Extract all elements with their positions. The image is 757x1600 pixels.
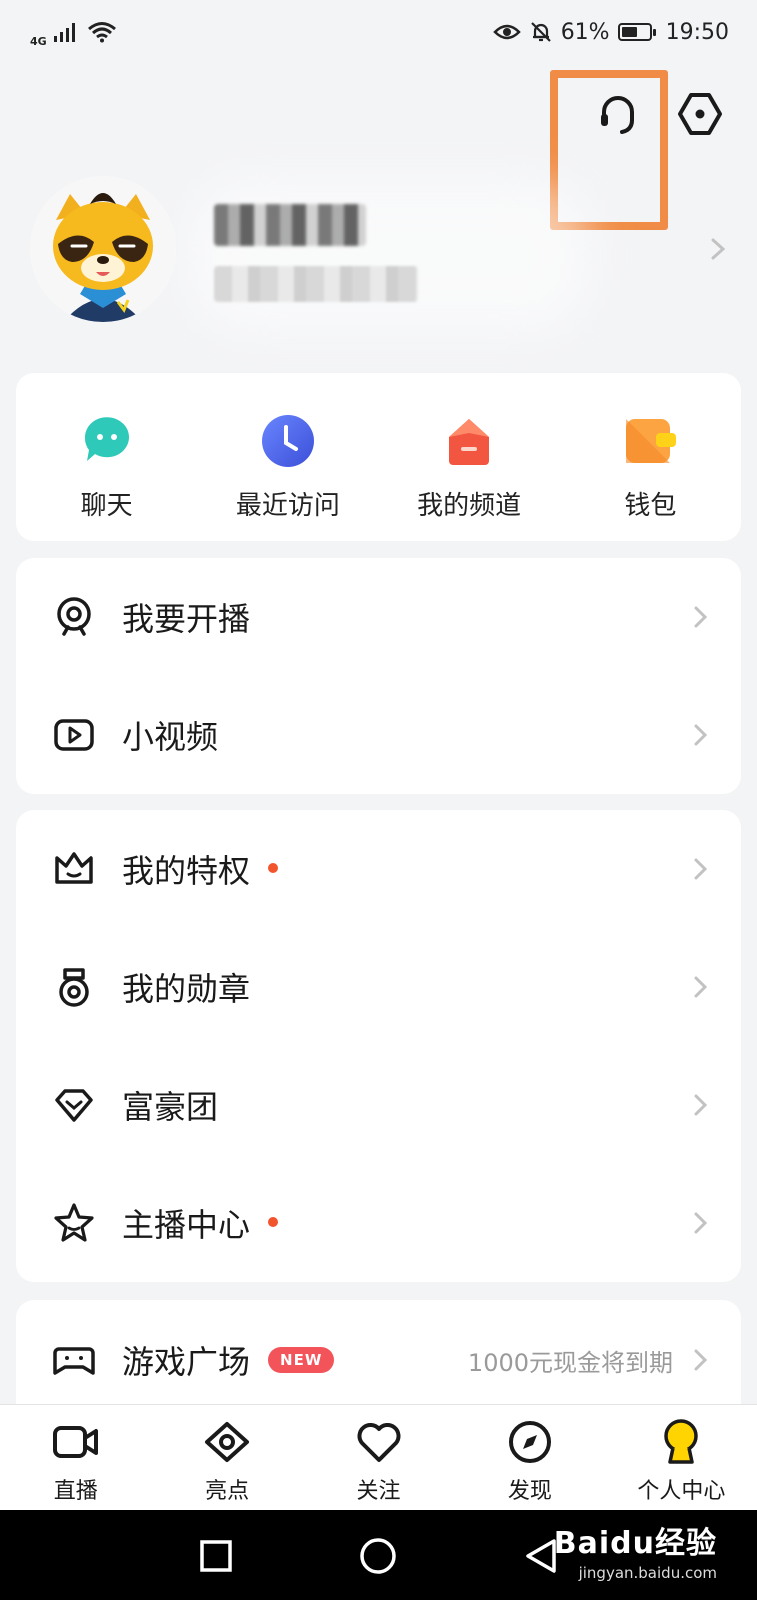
bottom-tab-bar: 直播 亮点 关注 发现 个人中心 (0, 1404, 757, 1510)
hexagon-settings-icon (678, 93, 722, 135)
chevron-right-icon (694, 1212, 708, 1234)
quick-actions-card: 聊天 最近访问 我的频道 钱包 (16, 373, 741, 541)
chevron-right-icon (694, 606, 708, 628)
menu-item-label: 游戏广场 (122, 1343, 251, 1381)
quick-action-my-channel[interactable]: 我的频道 (379, 373, 560, 541)
network-type: 4G (30, 34, 47, 48)
menu-card-games: 游戏广场 NEW 1000元现金将到期 (16, 1300, 741, 1420)
star-icon (52, 1201, 96, 1245)
profile-header[interactable] (0, 170, 757, 330)
chevron-right-icon (694, 724, 708, 746)
menu-item-label: 小视频 (122, 718, 219, 756)
signal-icon (53, 23, 75, 42)
square-icon (200, 1540, 232, 1572)
user-id-redacted (214, 266, 418, 302)
menu-card-broadcast: 我要开播 小视频 (16, 558, 741, 794)
battery-icon (617, 23, 656, 41)
crown-icon (52, 847, 96, 891)
house-icon (441, 413, 497, 469)
tab-label: 直播 (53, 1479, 98, 1504)
notification-dot (268, 1217, 279, 1227)
menu-item-medals[interactable]: 我的勋章 (16, 928, 741, 1046)
wallet-icon (622, 413, 678, 469)
status-bar-right: 61% 19:50 (492, 19, 729, 45)
chevron-right-icon (711, 238, 726, 260)
menu-item-label: 我的勋章 (122, 970, 251, 1008)
eye-icon (202, 1417, 252, 1467)
menu-item-label: 主播中心 (122, 1206, 251, 1244)
tab-highlights[interactable]: 亮点 (151, 1405, 302, 1510)
chevron-right-icon (694, 976, 708, 998)
recent-apps-button[interactable] (190, 1530, 242, 1582)
quick-action-chat[interactable]: 聊天 (16, 373, 197, 541)
menu-card-privileges: 我的特权 我的勋章 富豪团 主播中心 (16, 810, 741, 1282)
heart-icon (354, 1417, 404, 1467)
quick-action-recent[interactable]: 最近访问 (197, 373, 378, 541)
quick-action-label: 钱包 (624, 491, 677, 521)
watermark-brand: Baidu经验 (553, 1526, 717, 1561)
home-button[interactable] (352, 1530, 404, 1582)
mute-bell-icon (530, 22, 551, 42)
triangle-back-icon (526, 1539, 556, 1573)
customer-service-button[interactable] (590, 86, 646, 142)
promo-note: 1000元现金将到期 (467, 1348, 673, 1377)
tab-live[interactable]: 直播 (0, 1405, 151, 1510)
menu-item-short-video[interactable]: 小视频 (16, 676, 741, 794)
system-navigation-bar: Baidu经验 jingyan.baidu.com (0, 1510, 757, 1600)
tab-label: 关注 (356, 1479, 401, 1504)
clock-icon (260, 413, 316, 469)
video-play-icon (52, 713, 96, 757)
chevron-right-icon (694, 1349, 708, 1371)
tab-follow[interactable]: 关注 (303, 1405, 454, 1510)
status-bar-left: 4G (30, 17, 117, 48)
eye-comfort-icon (492, 24, 521, 40)
new-badge: NEW (268, 1347, 335, 1373)
menu-item-label: 富豪团 (122, 1088, 219, 1126)
wifi-icon (87, 22, 116, 43)
status-bar: 4G 61% 19:50 (0, 0, 757, 64)
quick-action-wallet[interactable]: 钱包 (560, 373, 741, 541)
avatar[interactable] (30, 176, 176, 322)
tab-label: 亮点 (205, 1479, 250, 1504)
diamond-icon (52, 1083, 96, 1127)
watermark-url: jingyan.baidu.com (578, 1564, 717, 1582)
chevron-right-icon (694, 1094, 708, 1116)
quick-action-label: 聊天 (80, 491, 133, 521)
tab-discover[interactable]: 发现 (454, 1405, 605, 1510)
menu-item-game-plaza[interactable]: 游戏广场 NEW 1000元现金将到期 (16, 1300, 741, 1420)
headset-icon (601, 96, 634, 134)
chevron-right-icon (694, 858, 708, 880)
username-redacted (214, 204, 366, 246)
settings-button[interactable] (672, 86, 728, 142)
battery-level (621, 27, 638, 37)
menu-item-label: 我要开播 (122, 600, 251, 638)
blur-overlay (190, 180, 590, 330)
video-camera-icon (51, 1417, 101, 1467)
tab-label: 个人中心 (637, 1479, 726, 1504)
quick-action-label: 我的频道 (417, 491, 522, 521)
chat-bubble-icon (79, 413, 135, 469)
keyhole-person-icon (656, 1417, 706, 1467)
quick-action-label: 最近访问 (235, 491, 340, 521)
raccoon-mascot-avatar (30, 176, 176, 322)
menu-item-privileges[interactable]: 我的特权 (16, 810, 741, 928)
menu-item-go-live[interactable]: 我要开播 (16, 558, 741, 676)
menu-item-streamer-center[interactable]: 主播中心 (16, 1164, 741, 1282)
watermark: Baidu经验 jingyan.baidu.com (554, 1518, 717, 1582)
gamepad-icon (52, 1338, 96, 1382)
notification-dot (268, 863, 279, 873)
menu-item-rich-club[interactable]: 富豪团 (16, 1046, 741, 1164)
medal-icon (52, 965, 96, 1009)
compass-icon (505, 1417, 555, 1467)
circle-icon (360, 1538, 396, 1574)
clock-time: 19:50 (665, 19, 729, 45)
tab-label: 发现 (507, 1479, 552, 1504)
tab-personal-center[interactable]: 个人中心 (606, 1405, 757, 1510)
menu-item-label: 我的特权 (122, 852, 251, 890)
battery-percent: 61% (560, 19, 610, 45)
webcam-icon (52, 595, 96, 639)
